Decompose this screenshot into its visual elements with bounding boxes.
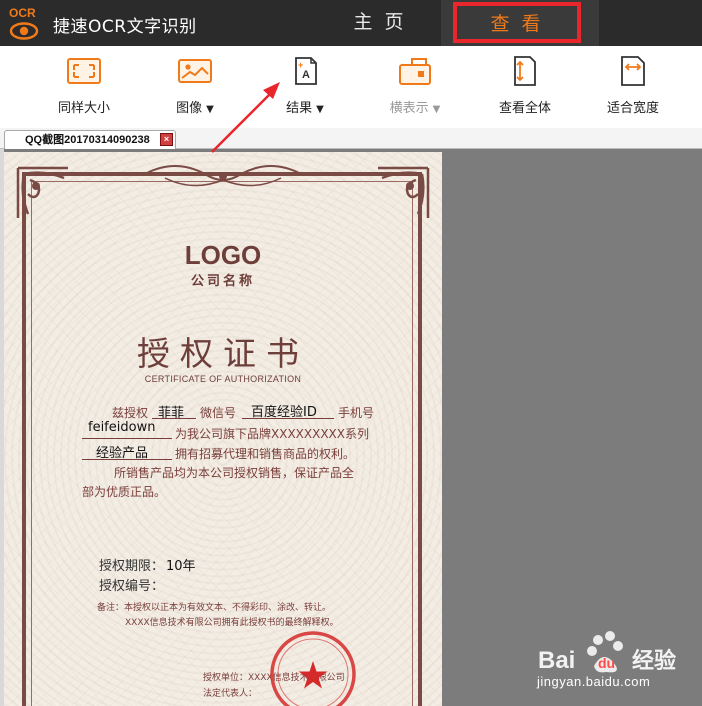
result-icon: + A: [295, 57, 317, 85]
wechat-label: 微信号: [200, 406, 237, 420]
landscape-label: 横表示 ▼: [360, 97, 470, 116]
name-underline: [152, 418, 196, 419]
authorize-prefix: 兹授权: [112, 406, 149, 420]
company-seal-icon: [270, 631, 356, 706]
certificate-title: 授权证书: [137, 334, 309, 373]
watermark-brand-du: du: [598, 655, 615, 671]
guarantee-text-end: 部为优质正品。: [82, 485, 167, 499]
phone-label: 手机号: [338, 406, 375, 420]
app-title: 捷速OCR文字识别: [53, 17, 197, 37]
note-line-2: XXXX信息技术有限公司拥有此授权书的最终解释权。: [125, 618, 339, 628]
corner-ornament-icon: [378, 166, 430, 218]
guarantee-text: 所销售产品均为本公司授权销售，保证产品全: [114, 466, 355, 480]
landscape-label-text: 横表示: [389, 101, 429, 116]
view-all-button[interactable]: 查看全体: [470, 56, 580, 122]
landscape-caret-icon: ▼: [432, 104, 441, 115]
svg-text:A: A: [302, 69, 310, 81]
note-line-1: 备注：本授权以正本为有效文本、不得彩印、涂改、转让。: [97, 603, 332, 613]
document-tab-strip: QQ截图20170314090238 ×: [0, 128, 702, 149]
image-label-text: 图像: [176, 101, 203, 116]
image-icon: [178, 59, 212, 83]
landscape-icon: [399, 58, 431, 85]
brand-line-text: 为我公司旗下品牌XXXXXXXXX系列: [175, 427, 369, 441]
close-icon[interactable]: ×: [160, 133, 173, 146]
ocr-logo-label: OCR: [9, 6, 36, 20]
watermark-url: jingyan.baidu.com: [537, 674, 651, 689]
rights-text: 拥有招募代理和销售商品的权利。: [175, 447, 356, 461]
image-caret-icon: ▼: [206, 104, 214, 115]
fit-width-label: 适合宽度: [606, 101, 659, 116]
certificate-image: LOGO 公司名称 授权证书 CERTIFICATE OF AUTHORIZAT…: [4, 152, 442, 706]
same-size-icon: [67, 58, 101, 84]
view-all-label: 查看全体: [498, 101, 551, 116]
image-menu-button[interactable]: 图像 ▼: [140, 56, 250, 122]
result-label-text: 结果: [286, 101, 313, 116]
result-menu-button[interactable]: + A 结果 ▼: [250, 56, 360, 122]
image-label: 图像 ▼: [140, 97, 250, 116]
tab-home[interactable]: 主 页: [320, 0, 440, 46]
title-bar: OCR 捷速OCR文字识别 主 页 查 看: [0, 0, 702, 46]
watermark-brand-cn: 经验: [632, 648, 676, 674]
same-size-label: 同样大小: [57, 101, 110, 116]
period-value: 10年: [166, 559, 196, 574]
document-tab-label: QQ截图20170314090238: [25, 134, 150, 146]
wechat-underline: [242, 418, 334, 419]
tab-view[interactable]: 查 看: [453, 2, 581, 43]
product-underline: [82, 459, 172, 460]
phone-value: feifeidown: [88, 420, 156, 435]
period-label: 授权期限：: [99, 559, 165, 574]
fit-width-button[interactable]: 适合宽度: [578, 56, 688, 122]
fit-width-icon: [621, 56, 645, 86]
top-ornament-icon: [144, 165, 302, 187]
certificate-logo: LOGO: [184, 240, 262, 270]
ocr-logo-icon: OCR: [9, 6, 39, 40]
view-all-icon: [514, 56, 536, 86]
landscape-menu-button[interactable]: 横表示 ▼: [360, 56, 470, 122]
number-label: 授权编号：: [99, 579, 165, 594]
certificate-subtitle: CERTIFICATE OF AUTHORIZATION: [144, 374, 302, 384]
corner-ornament-icon: [16, 166, 68, 218]
result-caret-icon: ▼: [316, 104, 324, 115]
result-label: 结果 ▼: [250, 97, 360, 116]
watermark-brand: Bai: [538, 647, 575, 674]
document-viewer[interactable]: LOGO 公司名称 授权证书 CERTIFICATE OF AUTHORIZAT…: [0, 149, 702, 706]
same-size-button[interactable]: 同样大小: [29, 56, 139, 122]
company-name: 公司名称: [190, 274, 255, 289]
toolbar: 同样大小 图像 ▼ + A 结果 ▼ 横表示 ▼ 查看全体 适合宽度: [0, 46, 702, 128]
document-tab[interactable]: QQ截图20170314090238 ×: [4, 130, 176, 149]
legal-representative: 法定代表人：: [203, 689, 258, 699]
phone-underline: [82, 438, 172, 439]
